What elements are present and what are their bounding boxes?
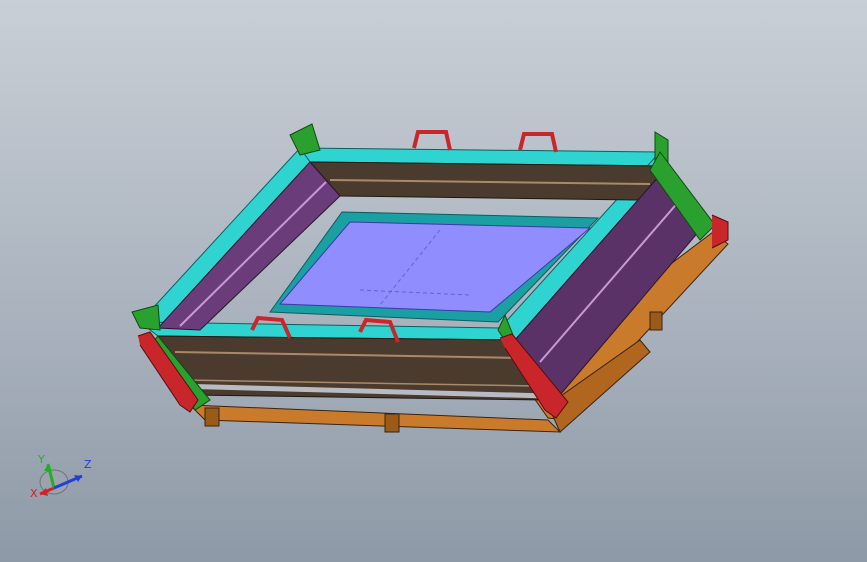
triad-z-label: Z [84,458,92,471]
triad-x-label: X [30,487,38,500]
corner-post-front-left [131,304,161,331]
cad-viewport[interactable] [0,0,867,562]
handle-back-1 [412,130,452,151]
handle-back-2 [518,132,558,153]
triad-y-label: Y [37,453,45,466]
base-foot-3 [649,311,663,331]
corner-post-back-left [289,123,321,156]
triad-y-arrow [44,464,52,471]
base-skid-front [188,404,562,433]
base-foot-1 [204,407,220,427]
base-foot-2 [384,413,400,433]
coordinate-triad: X Y Z [30,453,92,500]
